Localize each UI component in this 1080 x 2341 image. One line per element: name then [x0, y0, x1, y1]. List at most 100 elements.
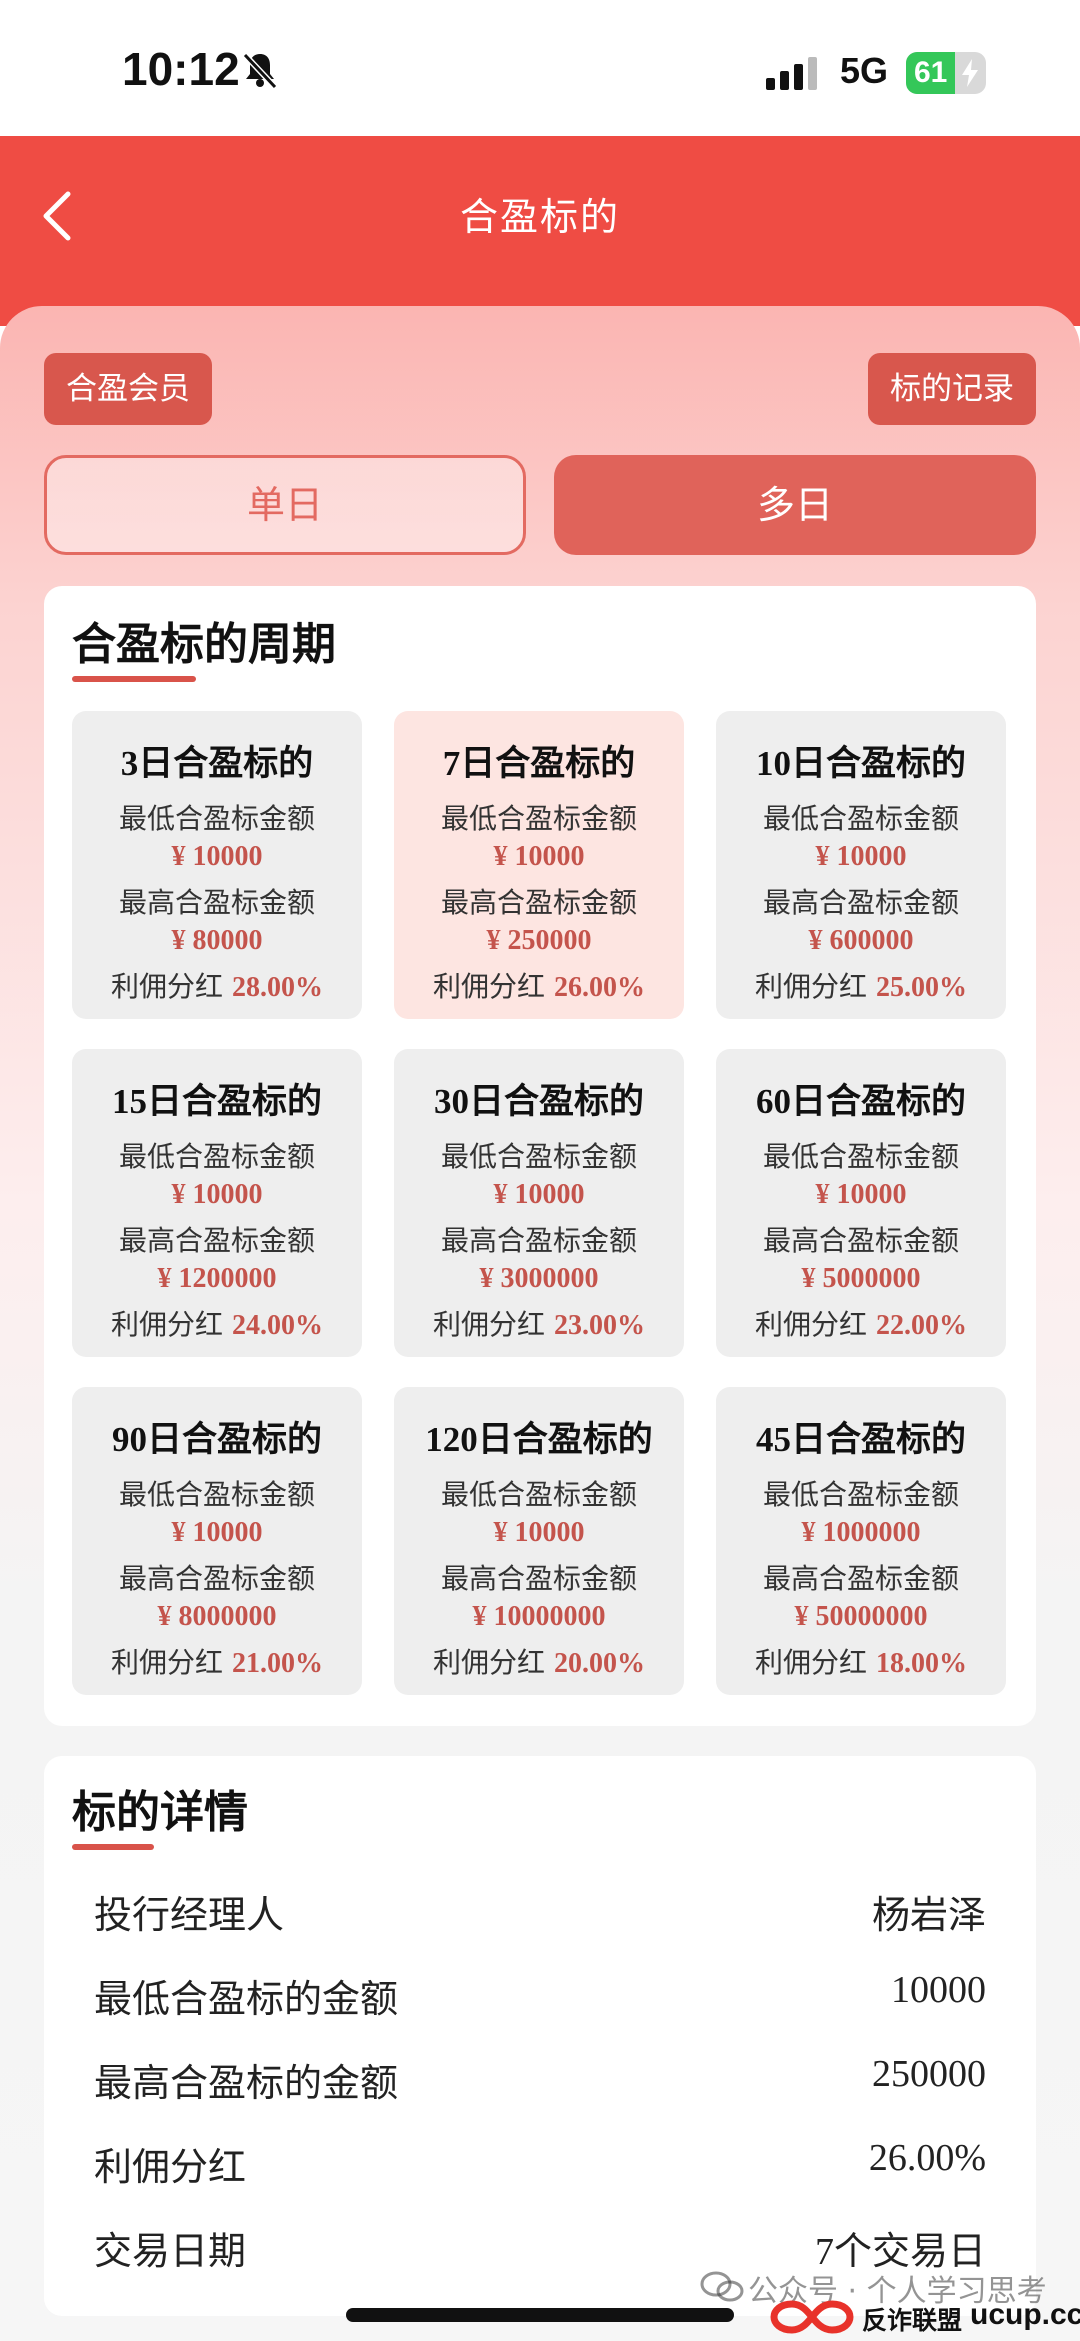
plan-min-amount: ¥ 10000 [493, 1517, 585, 1548]
plan-card[interactable]: 45日合盈标的 最低合盈标金额 ¥ 1000000 最高合盈标金额 ¥ 50000000… [716, 1387, 1006, 1695]
plan-rate-value: 18.00% [875, 1648, 967, 1679]
page-title: 合盈标的 [459, 195, 620, 239]
plan-min-label: 最低合盈标金额 [118, 1478, 315, 1511]
records-button[interactable]: 标的记录 [868, 353, 1036, 425]
plan-title: 60日合盈标的 [755, 1082, 966, 1121]
detail-label: 最高合盈标的金额 [94, 2061, 399, 2105]
plan-title: 7日合盈标的 [442, 744, 636, 783]
signal-icon [766, 57, 817, 90]
period-section-title: 合盈标的周期 [72, 619, 336, 670]
plan-max-label: 最高合盈标金额 [440, 1224, 637, 1257]
plan-rate-line: 利佣分红 21.00% [72, 1641, 362, 1681]
plan-max-label: 最高合盈标金额 [118, 1562, 315, 1595]
charging-bolt-icon [962, 59, 978, 87]
wechat-icon [700, 2271, 744, 2302]
tab-multi-day[interactable]: 多日 [554, 455, 1036, 555]
plan-card[interactable]: 30日合盈标的最低合盈标金额 ¥ 10000 最高合盈标金额 ¥ 3000000 利佣分… [394, 1049, 684, 1357]
plan-title: 10日合盈标的 [755, 744, 966, 783]
tab-single-day[interactable]: 单日 [44, 455, 526, 555]
plan-max-label: 最高合盈标金额 [440, 1562, 637, 1595]
detail-row: 交易日期 7个交易日 [94, 2212, 986, 2273]
plan-min-amount: ¥ 1000000 [801, 1517, 921, 1548]
plan-rate-line: 利佣分红 28.00% [72, 965, 362, 1005]
period-title-underline [72, 676, 196, 682]
plan-rate-value: 26.00% [553, 972, 645, 1003]
plan-rate-value: 28.00% [231, 972, 323, 1003]
plan-rate-value: 22.00% [875, 1310, 967, 1341]
plan-rate-line: 利佣分红 26.00% [394, 965, 684, 1005]
plan-rate-label: 利佣分红 [755, 1308, 868, 1341]
home-indicator [346, 2308, 734, 2322]
plan-min-label: 最低合盈标金额 [440, 1140, 637, 1173]
plan-card[interactable]: 60日合盈标的 最低合盈标金额 ¥ 10000 最高合盈标金额 ¥ 5000000 利佣分… [716, 1049, 1006, 1357]
plan-rate-value: 25.00% [875, 972, 967, 1003]
plan-max-label: 最高合盈标金额 [440, 886, 637, 919]
member-button[interactable]: 合盈会员 [44, 353, 212, 425]
plan-title: 15日合盈标的 [111, 1082, 322, 1121]
plan-rate-value: 23.00% [553, 1310, 645, 1341]
plan-min-amount: ¥ 10000 [815, 1179, 907, 1210]
plan-max-label: 最高合盈标金额 [118, 886, 315, 919]
plan-rate-label: 利佣分红 [111, 1308, 224, 1341]
plan-card[interactable]: 120日合盈标的 最低合盈标金额 ¥ 10000 最高合盈标金额 ¥ 10000000 利… [394, 1387, 684, 1695]
plan-max-amount: ¥ 600000 [808, 925, 914, 956]
plan-rate-value: 24.00% [231, 1310, 323, 1341]
plan-min-label: 最低合盈标金额 [762, 1478, 959, 1511]
detail-label: 最低合盈标的金额 [94, 1977, 399, 2021]
plan-max-amount: ¥ 3000000 [479, 1263, 599, 1294]
detail-value: 10000 [891, 1969, 986, 2011]
plan-rate-line: 利佣分红 24.00% [72, 1303, 362, 1343]
plan-max-amount: ¥ 5000000 [801, 1263, 921, 1294]
status-bar: 10:12 5G 61 [0, 0, 1080, 136]
plan-max-amount: ¥ 10000000 [472, 1601, 606, 1632]
plan-min-amount: ¥ 10000 [493, 1179, 585, 1210]
detail-value: 250000 [872, 2053, 986, 2095]
plan-min-label: 最低合盈标金额 [118, 1140, 315, 1173]
plan-rate-line: 利佣分红 23.00% [394, 1303, 684, 1343]
plan-min-amount: ¥ 10000 [171, 841, 263, 872]
detail-row: 最高合盈标的金额 250000 [94, 2044, 986, 2105]
detail-label: 投行经理人 [94, 1893, 285, 1937]
plan-card[interactable]: 90日合盈标的 最低合盈标金额 ¥ 10000 最高合盈标金额 ¥ 8000000 利佣分… [72, 1387, 362, 1695]
plan-min-amount: ¥ 10000 [171, 1179, 263, 1210]
battery-indicator: 61 [906, 52, 986, 94]
plan-card[interactable]: 7日合盈标的最低合盈标金额 ¥ 10000 最高合盈标金额 ¥ 250000 利佣分红 … [394, 711, 684, 1019]
detail-value: 杨岩泽 [871, 1895, 986, 1937]
plan-rate-label: 利佣分红 [111, 1646, 224, 1679]
plan-title: 45日合盈标的 [755, 1420, 966, 1459]
plan-card[interactable]: 3日合盈标的最低合盈标金额 ¥ 10000 最高合盈标金额 ¥ 80000 利佣分红 2… [72, 711, 362, 1019]
plan-min-amount: ¥ 10000 [493, 841, 585, 872]
plan-max-amount: ¥ 80000 [171, 925, 263, 956]
detail-row: 投行经理人 杨岩泽 [94, 1876, 986, 1937]
plan-rate-label: 利佣分红 [755, 1646, 868, 1679]
detail-label: 交易日期 [94, 2229, 247, 2273]
plan-min-label: 最低合盈标金额 [762, 802, 959, 835]
plan-title: 30日合盈标的 [433, 1082, 644, 1121]
plan-min-label: 最低合盈标金额 [762, 1140, 959, 1173]
detail-value: 26.00% [868, 2137, 986, 2179]
plan-rate-label: 利佣分红 [433, 1646, 546, 1679]
network-label: 5G [840, 50, 889, 91]
plan-min-label: 最低合盈标金额 [118, 802, 315, 835]
plan-max-amount: ¥ 50000000 [794, 1601, 928, 1632]
plan-rate-value: 20.00% [553, 1648, 645, 1679]
plan-min-label: 最低合盈标金额 [440, 1478, 637, 1511]
detail-row: 最低合盈标的金额 10000 [94, 1960, 986, 2021]
brand-name: 反诈联盟 [862, 2306, 963, 2335]
period-card: 合盈标的周期 3日合盈标的最低合盈标金额 ¥ 10000 最高合盈标金额 ¥ 8000… [44, 586, 1036, 1726]
app-header: 合盈标的 [0, 136, 1080, 326]
details-title-underline [72, 1844, 154, 1850]
status-time: 10:12 [122, 43, 240, 95]
brand-site: ucup.cc [970, 2298, 1080, 2331]
plan-min-label: 最低合盈标金额 [440, 802, 637, 835]
plan-card[interactable]: 10日合盈标的 最低合盈标金额 ¥ 10000 最高合盈标金额 ¥ 600000 利佣分红… [716, 711, 1006, 1019]
plan-title: 90日合盈标的 [111, 1420, 322, 1459]
plan-rate-label: 利佣分红 [755, 970, 868, 1003]
plan-rate-label: 利佣分红 [433, 1308, 546, 1341]
plan-max-amount: ¥ 250000 [486, 925, 592, 956]
plan-min-amount: ¥ 10000 [815, 841, 907, 872]
plan-rate-line: 利佣分红 22.00% [716, 1303, 1006, 1343]
plan-title: 3日合盈标的 [120, 744, 314, 783]
bell-muted-icon [242, 52, 278, 90]
plan-card[interactable]: 15日合盈标的 最低合盈标金额 ¥ 10000 最高合盈标金额 ¥ 1200000 利佣分… [72, 1049, 362, 1357]
